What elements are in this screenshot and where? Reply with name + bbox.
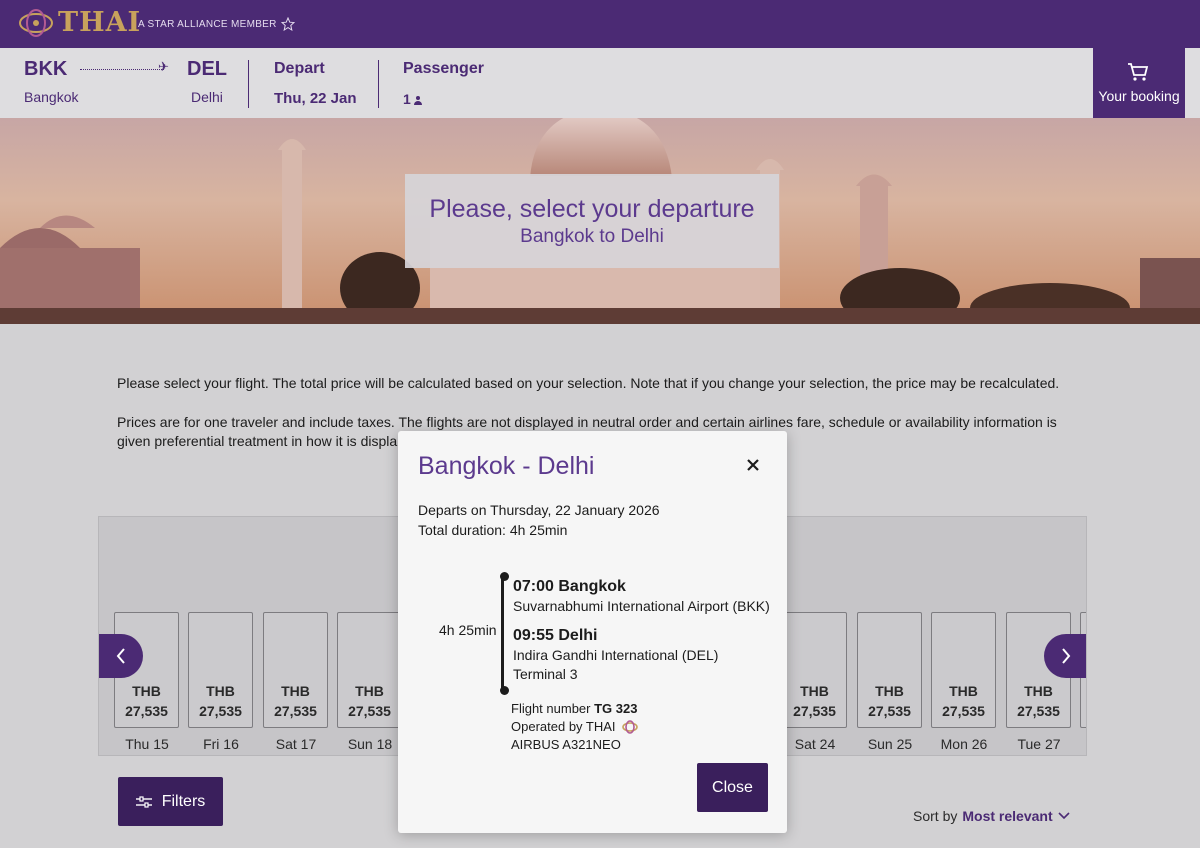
passenger-count: 1	[403, 91, 422, 107]
currency: THB	[355, 683, 384, 699]
selection-note: Please select your flight. The total pri…	[117, 375, 1060, 391]
operated-by-text: Operated by THAI	[511, 719, 616, 734]
arrival-airport: Indira Gandhi International (DEL)	[513, 647, 719, 663]
departure-time: 07:00 Bangkok	[513, 578, 626, 595]
currency: THB	[800, 683, 829, 699]
person-icon	[413, 96, 422, 105]
route-line	[80, 69, 164, 70]
previous-dates-button[interactable]	[99, 634, 143, 678]
date-label: Sun 18	[347, 736, 393, 752]
price: 27,535	[199, 703, 242, 719]
depart-label: Depart	[274, 60, 325, 77]
hero-banner: Please, select your departure Bangkok to…	[0, 118, 1200, 324]
sort-control[interactable]: Sort by Most relevant	[913, 808, 1070, 824]
date-label: Thu 15	[125, 736, 169, 752]
date-card[interactable]: THB 27,535	[857, 612, 922, 728]
next-dates-button[interactable]	[1044, 634, 1086, 678]
price: 27,535	[1017, 703, 1060, 719]
brand-header: THAI A STAR ALLIANCE MEMBER	[0, 0, 1200, 48]
hero-card: Please, select your departure Bangkok to…	[405, 174, 779, 268]
plane-icon: ✈	[158, 59, 169, 74]
close-button[interactable]: Close	[697, 763, 768, 812]
flight-details-dialog: Bangkok - Delhi Departs on Thursday, 22 …	[398, 431, 787, 833]
hero-title: Please, select your departure	[429, 195, 755, 223]
price: 27,535	[274, 703, 317, 719]
filters-button[interactable]: Filters	[118, 777, 223, 826]
departure-date: Departs on Thursday, 22 January 2026	[418, 502, 660, 518]
chevron-down-icon	[1058, 812, 1070, 820]
price: 27,535	[942, 703, 985, 719]
alliance-text: A STAR ALLIANCE MEMBER	[138, 18, 277, 30]
dialog-title: Bangkok - Delhi	[418, 452, 595, 480]
date-card[interactable]: THB 27,535	[337, 612, 402, 728]
currency: THB	[206, 683, 235, 699]
currency: THB	[1024, 683, 1053, 699]
flight-number-label: Flight number	[511, 701, 591, 716]
passenger-count-value: 1	[403, 91, 411, 107]
star-alliance-icon	[280, 17, 295, 31]
currency: THB	[875, 683, 904, 699]
hero-subtitle: Bangkok to Delhi	[520, 226, 664, 247]
currency: THB	[132, 683, 161, 699]
cart-icon	[1128, 63, 1149, 81]
price: 27,535	[793, 703, 836, 719]
filters-label: Filters	[161, 792, 206, 810]
flight-number: Flight number TG 323	[511, 701, 637, 716]
price: 27,535	[868, 703, 911, 719]
passenger-label: Passenger	[403, 60, 484, 77]
operated-by: Operated by THAI	[511, 719, 638, 734]
booking-summary: BKK Bangkok ✈ DEL Delhi Depart Thu, 22 J…	[0, 48, 1200, 118]
leg-duration: 4h 25min	[439, 622, 497, 638]
timeline-end-dot	[500, 686, 509, 695]
date-card[interactable]: THB 27,535	[931, 612, 996, 728]
date-label: Sat 24	[794, 736, 836, 752]
currency: THB	[281, 683, 310, 699]
departure-airport: Suvarnabhumi International Airport (BKK)	[513, 598, 770, 614]
divider	[248, 60, 249, 108]
timeline-line	[501, 577, 504, 690]
date-card[interactable]: THB 27,535	[263, 612, 328, 728]
your-booking-label: Your booking	[1098, 88, 1180, 104]
brand-name: THAI	[58, 7, 142, 38]
your-booking-button[interactable]: Your booking	[1093, 48, 1185, 118]
date-label: Mon 26	[940, 736, 988, 752]
total-duration: Total duration: 4h 25min	[418, 522, 568, 538]
thai-logo[interactable]: THAI	[18, 7, 141, 38]
thai-orchid-icon	[19, 8, 53, 37]
origin-code: BKK	[24, 58, 68, 80]
arrival-terminal: Terminal 3	[513, 666, 578, 682]
date-card[interactable]: THB 27,535	[782, 612, 847, 728]
date-label: Sun 25	[867, 736, 913, 752]
price: 27,535	[348, 703, 391, 719]
divider	[378, 60, 379, 108]
aircraft-type: AIRBUS A321NEO	[511, 737, 621, 752]
close-icon[interactable]	[744, 456, 762, 474]
price: 27,535	[125, 703, 168, 719]
arrival-time: 09:55 Delhi	[513, 627, 598, 644]
depart-date: Thu, 22 Jan	[274, 90, 357, 107]
thai-logo-icon	[621, 719, 638, 734]
sort-value: Most relevant	[962, 808, 1053, 824]
currency: THB	[949, 683, 978, 699]
close-x-icon	[747, 459, 759, 471]
alliance-label: A STAR ALLIANCE MEMBER	[138, 17, 295, 31]
destination-city: Delhi	[191, 89, 223, 105]
destination-code: DEL	[187, 58, 227, 80]
date-label: Fri 16	[203, 736, 239, 752]
sliders-icon	[135, 795, 152, 808]
chevron-right-icon	[1062, 648, 1071, 664]
date-label: Sat 17	[275, 736, 317, 752]
date-label: Tue 27	[1017, 736, 1061, 752]
sort-label: Sort by	[913, 808, 958, 824]
flight-number-value: TG 323	[594, 701, 638, 716]
origin-city: Bangkok	[24, 89, 79, 105]
chevron-left-icon	[116, 648, 125, 664]
date-card[interactable]: THB 27,535	[188, 612, 253, 728]
